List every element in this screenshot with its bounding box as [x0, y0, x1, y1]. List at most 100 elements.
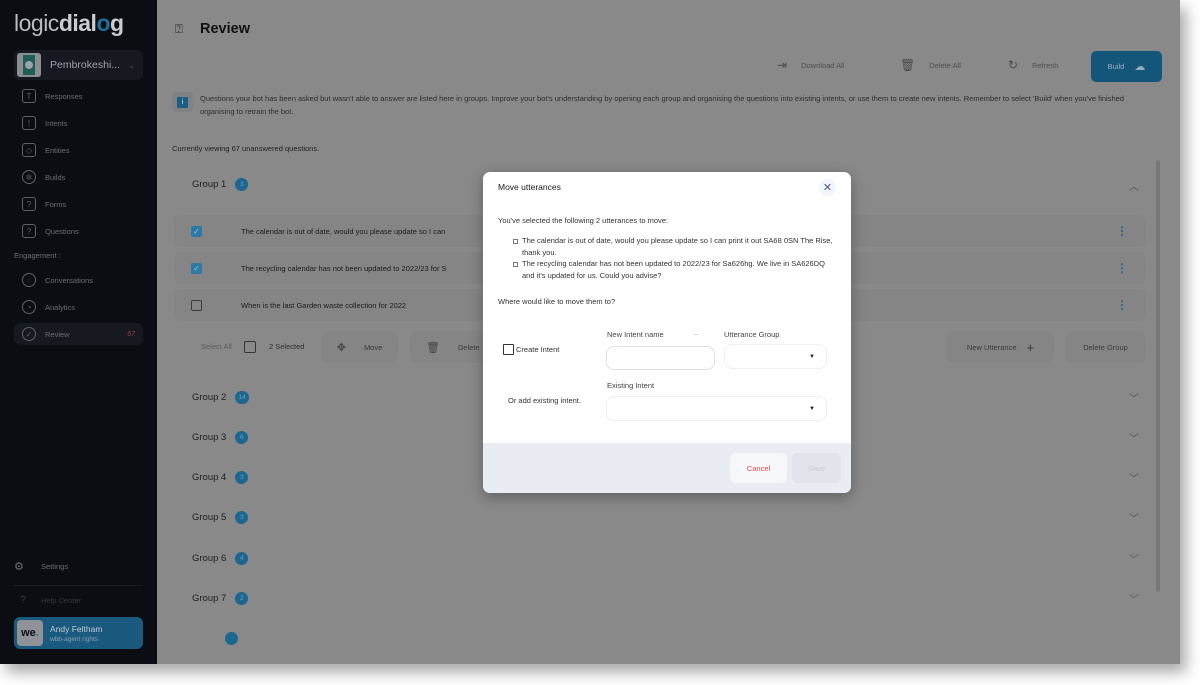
group-header[interactable]: Group 2 14 [192, 391, 249, 404]
chevron-down-icon[interactable]: ﹀ [1129, 591, 1139, 606]
new-utterance-button[interactable]: New Utterance + [947, 331, 1054, 363]
chevron-down-icon[interactable]: ﹀ [1129, 430, 1139, 445]
close-icon[interactable]: ✕ [819, 179, 836, 196]
info-glyph: i [177, 96, 188, 108]
logo-o: o [96, 10, 110, 36]
org-switcher[interactable]: Pembrokeshi... ⌄ [14, 50, 143, 80]
refresh-button[interactable]: ↻ Refresh [1008, 58, 1058, 72]
delete-label: Delete [457, 342, 480, 352]
more-options-icon[interactable]: ⋮ [1116, 225, 1128, 237]
modal-footer: Cancel Save [483, 443, 851, 493]
sidebar-item-review[interactable]: ✓ Review 67 [14, 323, 143, 345]
utterance-group-select[interactable]: ▼ [724, 344, 827, 369]
chevron-down-icon[interactable]: ﹀ [1129, 510, 1139, 525]
review-count-badge: 67 [127, 330, 135, 338]
sidebar-item-builds[interactable]: ✲ Builds [14, 166, 143, 188]
group-header[interactable]: Group 7 2 [192, 592, 249, 605]
create-intent-checkbox[interactable] [503, 344, 514, 355]
utterance-checkbox[interactable] [191, 299, 202, 311]
user-name: Andy Feltham [50, 623, 103, 634]
new-utterance-label: New Utterance [966, 342, 1017, 352]
sidebar-item-label: Settings [41, 562, 69, 571]
sidebar-item-entities[interactable]: ◇ Entities [14, 139, 143, 161]
logo-g: g [110, 10, 124, 36]
group-count-badge: 3 [235, 511, 249, 524]
build-label: Build [1107, 62, 1125, 71]
save-button[interactable]: Save [792, 453, 841, 483]
info-banner: i Questions your bot has been asked but … [172, 92, 1152, 118]
more-options-icon[interactable]: ⋮ [1116, 262, 1128, 274]
group-name [192, 633, 195, 644]
group-name: Group 4 [192, 472, 227, 483]
chevron-down-icon[interactable]: ﹀ [1129, 551, 1139, 566]
existing-intent-label: Existing Intent [607, 381, 655, 390]
group-header[interactable]: Group 5 3 [192, 511, 249, 524]
delete-all-button[interactable]: 🗑 Delete All [900, 58, 961, 72]
conversations-icon: ◌ [22, 273, 36, 287]
sidebar-divider [14, 585, 142, 586]
download-all-label: Download All [801, 60, 845, 70]
sidebar-item-questions[interactable]: ? Questions [14, 220, 143, 242]
logo-text-bold: dialog [59, 10, 124, 36]
group-count-badge: 6 [235, 431, 249, 444]
chevron-up-icon[interactable]: ︿ [1129, 178, 1139, 193]
chevron-down-icon[interactable]: ﹀ [1129, 470, 1139, 485]
app-window: logicdialog Pembrokeshi... ⌄ T Responses… [0, 0, 1180, 664]
group-count-badge: 4 [235, 552, 249, 565]
sidebar-item-intents[interactable]: ! Intents [14, 112, 143, 134]
sidebar-item-settings[interactable]: ⚙ Settings [14, 560, 68, 573]
group-header-partial[interactable] [192, 632, 238, 645]
selected-count: 2 Selected [269, 342, 305, 351]
download-all-button[interactable]: ⇥ Download All [777, 58, 844, 72]
sidebar-item-label: Intents [45, 118, 68, 128]
group-header[interactable]: Group 3 6 [192, 431, 249, 444]
sidebar-item-analytics[interactable]: ◔ Analytics [14, 296, 143, 318]
sidebar-item-help-center[interactable]: ? Help Center [14, 594, 81, 606]
group-name: Group 5 [192, 512, 227, 523]
utterance-checkbox[interactable]: ✓ [191, 225, 202, 237]
utterance-text: The recycling calendar has not been upda… [241, 263, 447, 273]
select-all-label: Select All [201, 342, 232, 351]
intents-icon: ! [22, 116, 36, 130]
user-info: Andy Feltham wbb-agent rights [50, 624, 102, 643]
group-name: Group 6 [192, 553, 227, 564]
utterance-text: The calendar is out of date, would you p… [241, 226, 446, 236]
org-name: Pembrokeshi... [50, 59, 121, 71]
select-all-checkbox[interactable] [244, 341, 256, 353]
utterance-text: When is the last Garden waste collection… [241, 300, 407, 310]
selected-utterances-list: The calendar is out of date, would you p… [513, 235, 833, 281]
scrollbar[interactable] [1156, 160, 1160, 592]
entities-icon: ◇ [22, 143, 36, 157]
move-utterances-modal: Move utterances ✕ You've selected the fo… [483, 172, 851, 493]
sidebar-item-label: Builds [45, 172, 66, 182]
more-options-icon[interactable]: ⋮ [1116, 299, 1128, 311]
chevron-down-icon[interactable]: ﹀ [1129, 390, 1139, 405]
move-button[interactable]: ✥ Move [321, 331, 398, 363]
sidebar-item-forms[interactable]: ? Forms [14, 193, 143, 215]
build-button[interactable]: Build ☁ [1091, 51, 1162, 82]
new-intent-dots: .. [694, 330, 698, 337]
group-header[interactable]: Group 4 3 [192, 471, 249, 484]
delete-group-button[interactable]: Delete Group [1065, 331, 1146, 363]
user-profile[interactable]: we. Andy Feltham wbb-agent rights [14, 617, 143, 649]
logo: logicdialog [14, 10, 124, 37]
existing-intent-select[interactable]: ▼ [606, 396, 827, 421]
questions-icon: ? [22, 224, 36, 238]
info-icon: i [172, 92, 193, 112]
sidebar-item-conversations[interactable]: ◌ Conversations [14, 269, 143, 291]
group-header[interactable]: Group 1 3 [192, 178, 249, 191]
new-intent-name-input[interactable] [606, 346, 715, 370]
sidebar-item-responses[interactable]: T Responses [14, 85, 143, 107]
refresh-label: Refresh [1032, 60, 1059, 70]
viewing-count-text: Currently viewing 67 unanswered question… [172, 144, 320, 153]
avatar: we. [17, 620, 43, 646]
sidebar: logicdialog Pembrokeshi... ⌄ T Responses… [0, 0, 157, 664]
sidebar-item-label: Entities [45, 145, 70, 155]
cancel-button[interactable]: Cancel [730, 453, 787, 483]
avatar-text: we [21, 627, 36, 639]
group-header[interactable]: Group 6 4 [192, 552, 249, 565]
group-name: Group 7 [192, 593, 227, 604]
modal-intro-text: You've selected the following 2 utteranc… [498, 216, 669, 225]
user-role: wbb-agent rights [50, 635, 99, 643]
utterance-checkbox[interactable]: ✓ [191, 262, 202, 274]
